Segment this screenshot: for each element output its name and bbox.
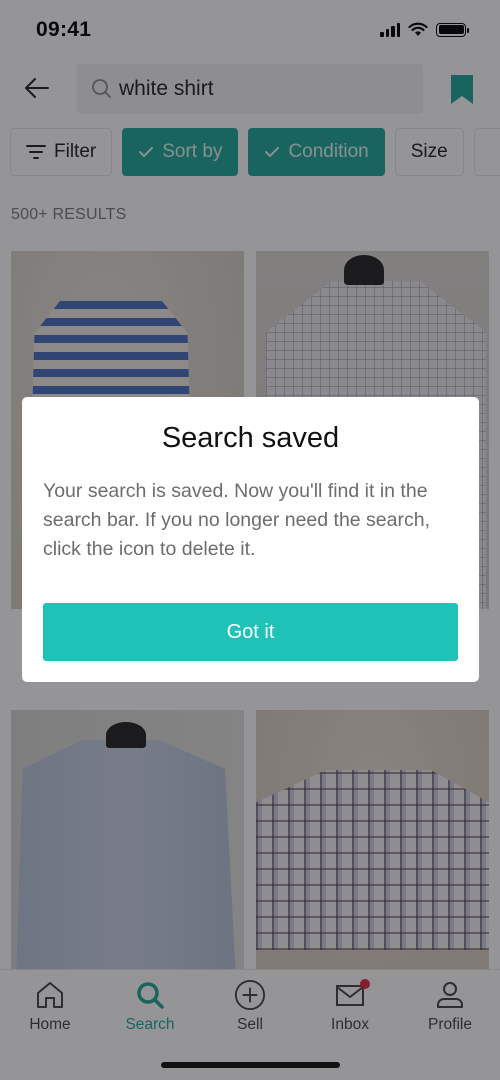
got-it-button[interactable]: Got it (43, 603, 458, 661)
home-indicator (161, 1062, 340, 1068)
dialog-message: Your search is saved. Now you'll find it… (43, 480, 431, 560)
dialog-title: Search saved (161, 422, 340, 454)
search-saved-dialog: Search saved Your search is saved. Now y… (22, 397, 479, 682)
